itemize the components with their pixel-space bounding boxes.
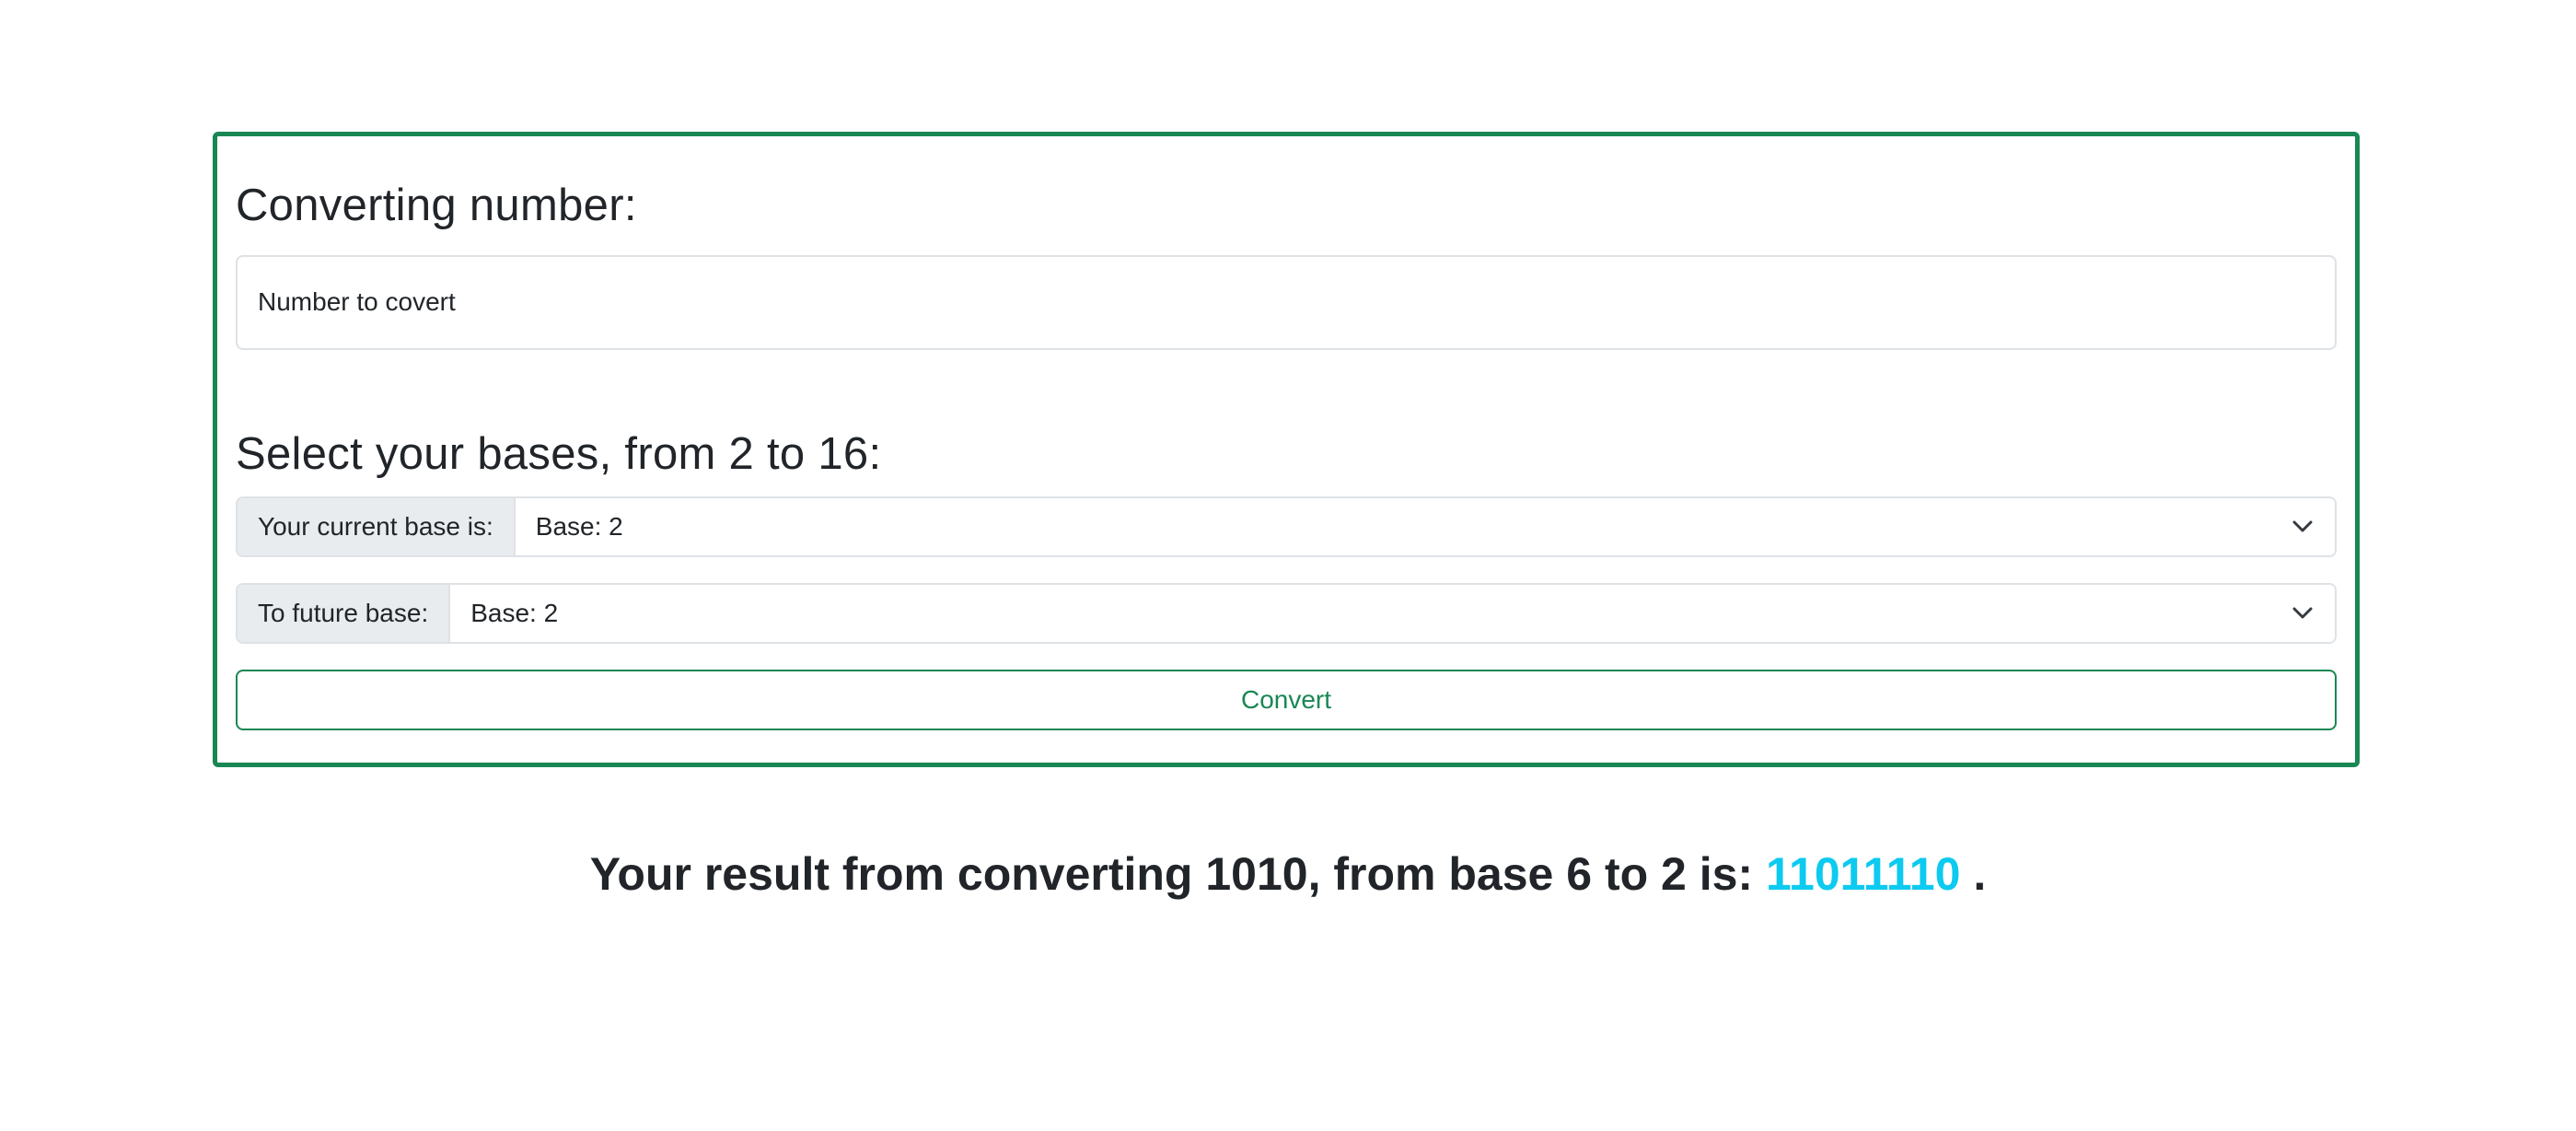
chevron-down-icon <box>2291 515 2315 539</box>
number-input[interactable] <box>236 254 2337 350</box>
future-base-selected-value: Base: 2 <box>470 598 559 627</box>
page: Converting number: Select your bases, fr… <box>0 0 2576 1131</box>
current-base-selected-value: Base: 2 <box>535 511 623 541</box>
future-base-group: To future base: Base: 2 <box>236 582 2337 644</box>
future-base-select[interactable]: Base: 2 <box>450 584 2335 642</box>
converter-card: Converting number: Select your bases, fr… <box>213 132 2360 767</box>
result-text: Your result from converting 1010, from b… <box>0 847 2576 901</box>
result-suffix: . <box>1973 848 1987 900</box>
current-base-group: Your current base is: Base: 2 <box>236 496 2337 557</box>
convert-button[interactable]: Convert <box>236 669 2337 730</box>
converting-number-heading: Converting number: <box>236 181 637 230</box>
current-base-label: Your current base is: <box>238 497 516 555</box>
future-base-label: To future base: <box>238 584 451 642</box>
result-value: 11011110 <box>1765 848 1961 900</box>
chevron-down-icon <box>2291 601 2315 625</box>
result-prefix: Your result from converting 1010, from b… <box>589 848 1754 900</box>
select-bases-heading: Select your bases, from 2 to 16: <box>236 428 882 479</box>
current-base-select[interactable]: Base: 2 <box>515 497 2335 555</box>
